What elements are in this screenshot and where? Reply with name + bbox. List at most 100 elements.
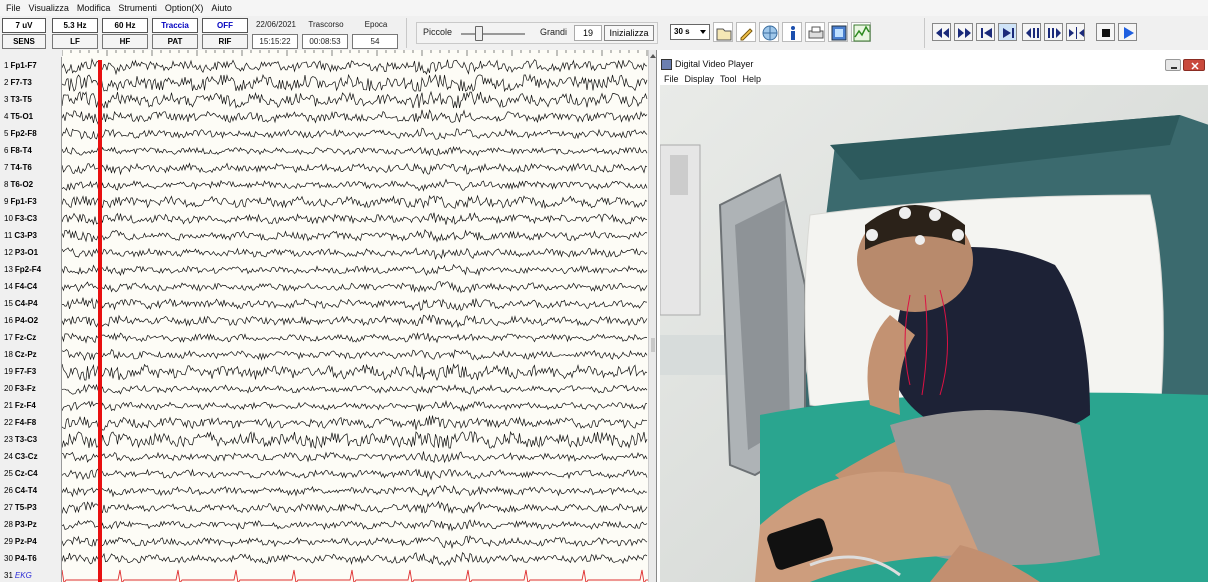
eeg-trace-p3-o1 bbox=[62, 247, 648, 260]
video-player-title: Digital Video Player bbox=[675, 59, 754, 69]
hf-value[interactable]: 60 Hz bbox=[102, 18, 148, 33]
channel-number: 9 bbox=[4, 197, 9, 206]
channel-label[interactable]: 14 F4-C4 bbox=[4, 278, 37, 295]
channel-name: P3-Pz bbox=[14, 520, 37, 529]
rif-value[interactable]: OFF bbox=[202, 18, 248, 33]
stop-icon[interactable] bbox=[1096, 23, 1115, 41]
channel-label[interactable]: 4 T5-O1 bbox=[4, 108, 33, 125]
channel-label[interactable]: 31 EKG bbox=[4, 567, 32, 582]
eeg-trace-c3-p3 bbox=[62, 228, 648, 243]
channel-label[interactable]: 16 P4-O2 bbox=[4, 312, 38, 329]
eeg-trace-t3-c3 bbox=[62, 430, 648, 449]
channel-number: 24 bbox=[4, 452, 13, 461]
channel-label[interactable]: 27 T5-P3 bbox=[4, 499, 37, 516]
minimize-button[interactable] bbox=[1165, 59, 1181, 71]
channel-label[interactable]: 3 T3-T5 bbox=[4, 91, 32, 108]
report-icon[interactable] bbox=[828, 22, 848, 42]
step-back-icon[interactable] bbox=[1022, 23, 1041, 41]
channel-label[interactable]: 26 C4-T4 bbox=[4, 482, 37, 499]
sens-button[interactable]: SENS bbox=[2, 34, 46, 49]
zoom-slider-track[interactable] bbox=[461, 33, 525, 35]
eeg-traces[interactable] bbox=[62, 50, 648, 582]
channel-label[interactable]: 21 Fz-F4 bbox=[4, 397, 36, 414]
channel-name: C3-P3 bbox=[14, 231, 37, 240]
pat-value[interactable]: Traccia bbox=[152, 18, 198, 33]
close-button[interactable] bbox=[1183, 59, 1205, 71]
channel-label[interactable]: 11 C3-P3 bbox=[4, 227, 37, 244]
trace-scrollbar[interactable] bbox=[648, 50, 656, 582]
channel-label[interactable]: 15 C4-P4 bbox=[4, 295, 38, 312]
patient-video-frame[interactable] bbox=[660, 85, 1208, 582]
menu-item[interactable]: Strumenti bbox=[114, 0, 161, 16]
edit-icon[interactable] bbox=[736, 22, 756, 42]
channel-label[interactable]: 17 Fz-Cz bbox=[4, 329, 36, 346]
channel-label[interactable]: 18 Cz-Pz bbox=[4, 346, 37, 363]
channel-label[interactable]: 8 T6-O2 bbox=[4, 176, 33, 193]
elapsed-label: Trascorso bbox=[308, 20, 344, 29]
menu-item[interactable]: Visualizza bbox=[25, 0, 73, 16]
channel-label[interactable]: 29 Pz-P4 bbox=[4, 533, 37, 550]
last-page-icon[interactable] bbox=[998, 23, 1017, 41]
channel-label[interactable]: 19 F7-F3 bbox=[4, 363, 36, 380]
open-file-icon[interactable] bbox=[713, 22, 733, 42]
channel-number: 29 bbox=[4, 537, 13, 546]
channel-number: 4 bbox=[4, 112, 9, 121]
menu-item[interactable]: Option(X) bbox=[161, 0, 208, 16]
channel-name: Fz-F4 bbox=[14, 401, 36, 410]
video-player-titlebar[interactable]: Digital Video Player bbox=[657, 55, 1208, 73]
globe-icon[interactable] bbox=[759, 22, 779, 42]
channel-label[interactable]: 20 F3-Fz bbox=[4, 380, 36, 397]
channel-name: F7-T3 bbox=[10, 78, 32, 87]
menu-item[interactable]: File bbox=[2, 0, 25, 16]
collapse-icon[interactable] bbox=[1066, 23, 1085, 41]
play-icon[interactable] bbox=[1118, 23, 1137, 41]
sens-value[interactable]: 7 uV bbox=[2, 18, 46, 33]
channel-label[interactable]: 28 P3-Pz bbox=[4, 516, 37, 533]
channel-label[interactable]: 13 Fp2-F4 bbox=[4, 261, 41, 278]
video-menu-item[interactable]: Help bbox=[740, 73, 765, 85]
rewind-icon[interactable] bbox=[932, 23, 951, 41]
channel-name: Fz-Cz bbox=[14, 333, 37, 342]
video-menu-item[interactable]: Display bbox=[682, 73, 718, 85]
epoch-number[interactable]: 54 bbox=[352, 34, 398, 49]
channel-label[interactable]: 7 T4-T6 bbox=[4, 159, 32, 176]
channel-label[interactable]: 25 Cz-C4 bbox=[4, 465, 38, 482]
channel-name: P4-O2 bbox=[14, 316, 39, 325]
video-menu-item[interactable]: File bbox=[661, 73, 682, 85]
hf-button[interactable]: HF bbox=[102, 34, 148, 49]
channel-label[interactable]: 6 F8-T4 bbox=[4, 142, 32, 159]
pat-button[interactable]: PAT bbox=[152, 34, 198, 49]
time-cursor-marker[interactable] bbox=[98, 60, 102, 582]
print-icon[interactable] bbox=[805, 22, 825, 42]
eeg-trace-area[interactable] bbox=[62, 50, 648, 582]
channel-label[interactable]: 10 F3-C3 bbox=[4, 210, 37, 227]
video-menu-item[interactable]: Tool bbox=[717, 73, 740, 85]
zoom-value-field[interactable]: 19 bbox=[574, 25, 602, 41]
channel-label[interactable]: 2 F7-T3 bbox=[4, 74, 32, 91]
step-forward-icon[interactable] bbox=[1044, 23, 1063, 41]
timebase-select[interactable]: 30 s bbox=[670, 24, 710, 40]
zoom-slider-thumb[interactable] bbox=[475, 26, 483, 41]
channel-label[interactable]: 12 P3-O1 bbox=[4, 244, 38, 261]
rif-button[interactable]: RIF bbox=[202, 34, 248, 49]
waveform-analysis-icon[interactable] bbox=[851, 22, 871, 42]
fast-forward-icon[interactable] bbox=[954, 23, 973, 41]
channel-label[interactable]: 5 Fp2-F8 bbox=[4, 125, 37, 142]
channel-name: Fp1-F3 bbox=[10, 197, 37, 206]
first-page-icon[interactable] bbox=[976, 23, 995, 41]
channel-label[interactable]: 23 T3-C3 bbox=[4, 431, 37, 448]
menu-item[interactable]: Aiuto bbox=[207, 0, 236, 16]
lf-value[interactable]: 5.3 Hz bbox=[52, 18, 98, 33]
channel-label[interactable]: 9 Fp1-F3 bbox=[4, 193, 37, 210]
channel-name: F3-C3 bbox=[14, 214, 38, 223]
initialize-button[interactable]: Inizializza bbox=[604, 25, 654, 41]
info-icon[interactable] bbox=[782, 22, 802, 42]
channel-label[interactable]: 24 C3-Cz bbox=[4, 448, 38, 465]
lf-button[interactable]: LF bbox=[52, 34, 98, 49]
channel-label[interactable]: 30 P4-T6 bbox=[4, 550, 37, 567]
channel-number: 31 bbox=[4, 571, 13, 580]
channel-number: 12 bbox=[4, 248, 13, 257]
channel-label[interactable]: 22 F4-F8 bbox=[4, 414, 36, 431]
menu-item[interactable]: Modifica bbox=[73, 0, 115, 16]
channel-label[interactable]: 1 Fp1-F7 bbox=[4, 57, 37, 74]
